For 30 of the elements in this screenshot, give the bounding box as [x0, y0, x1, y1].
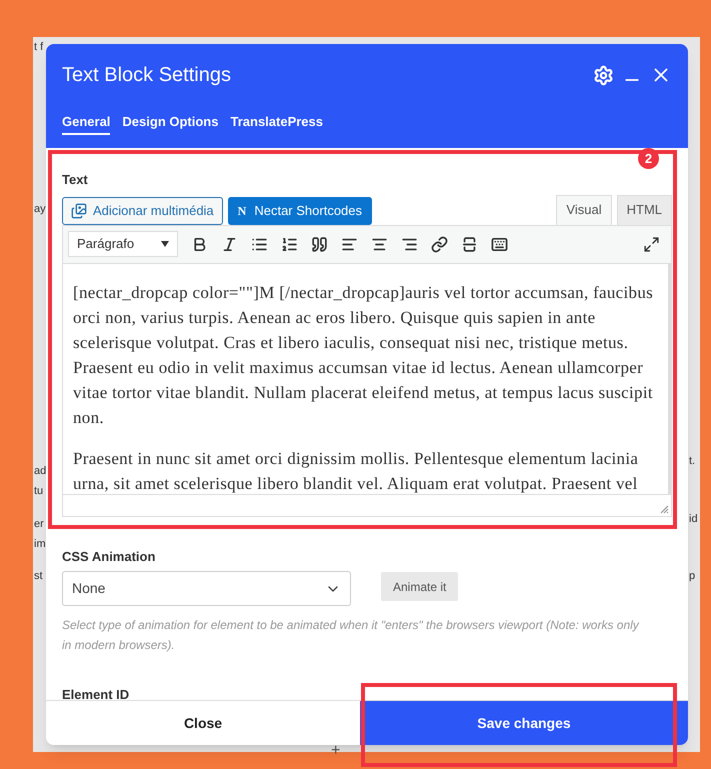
- background-text: t.: [689, 454, 696, 468]
- editor-paragraph: [nectar_dropcap color=""]M [/nectar_dropcap]auris vel tortor accumsan, faucibus orci non, varius turpis. Aenean ac eros libero. Quisque quis sapien in ante scelerisque volutpat. Cras et libero iaculis, consequat nisi nec, tristique metus. Praesent eu odio in velit maximus accumsan vitae id lectus. Aenean ullamcorper vitae tortor vitae blandit. Nullam placerat eleifend metus, at tempus lacus suscipit non.: [73, 282, 654, 428]
- add-media-button[interactable]: Adicionar multimédia: [62, 196, 223, 224]
- background-text: ay: [34, 202, 46, 216]
- editor-tab[interactable]: HTML: [616, 194, 672, 224]
- format-select[interactable]: Parágrafo: [68, 231, 178, 257]
- background-text: p: [689, 569, 696, 583]
- dialog-tab[interactable]: Design Options: [122, 112, 218, 134]
- close-button[interactable]: Close: [46, 701, 360, 745]
- background-text: t f: [34, 40, 44, 54]
- background-text: id: [689, 512, 698, 526]
- save-changes-button[interactable]: Save changes: [360, 701, 688, 745]
- dialog-title: Text Block Settings: [62, 63, 232, 88]
- dialog-tab[interactable]: TranslatePress: [230, 112, 323, 134]
- editor-paragraph: Praesent in nunc sit amet orci dignissim mollis. Pellentesque elementum lacinia urna, sit amet scelerisque libero blandit vel. Aliquam erat volutpat. Praesent vel: [73, 448, 640, 494]
- animate-button[interactable]: Animate it: [381, 572, 458, 601]
- animation-help-text: Select type of animation for element to be animated when it "enters" the browsers viewport (Note: works only in modern browsers).: [62, 617, 640, 654]
- background-text: ad: [34, 464, 46, 478]
- text-label: Text: [62, 171, 89, 189]
- editor-tab[interactable]: Visual: [556, 194, 612, 224]
- background-text: im: [34, 537, 46, 551]
- background-text: er: [34, 517, 44, 531]
- css-animation-label: CSS Animation: [62, 548, 156, 566]
- dialog-tab[interactable]: General: [62, 112, 110, 134]
- shortcodes-button[interactable]: N Nectar Shortcodes: [228, 196, 372, 224]
- background-text: st: [34, 569, 43, 583]
- background-text: tu: [34, 484, 44, 498]
- nectar-glyph: N: [238, 202, 246, 220]
- animation-select[interactable]: None: [62, 571, 351, 606]
- element-id-label: Element ID: [62, 686, 130, 700]
